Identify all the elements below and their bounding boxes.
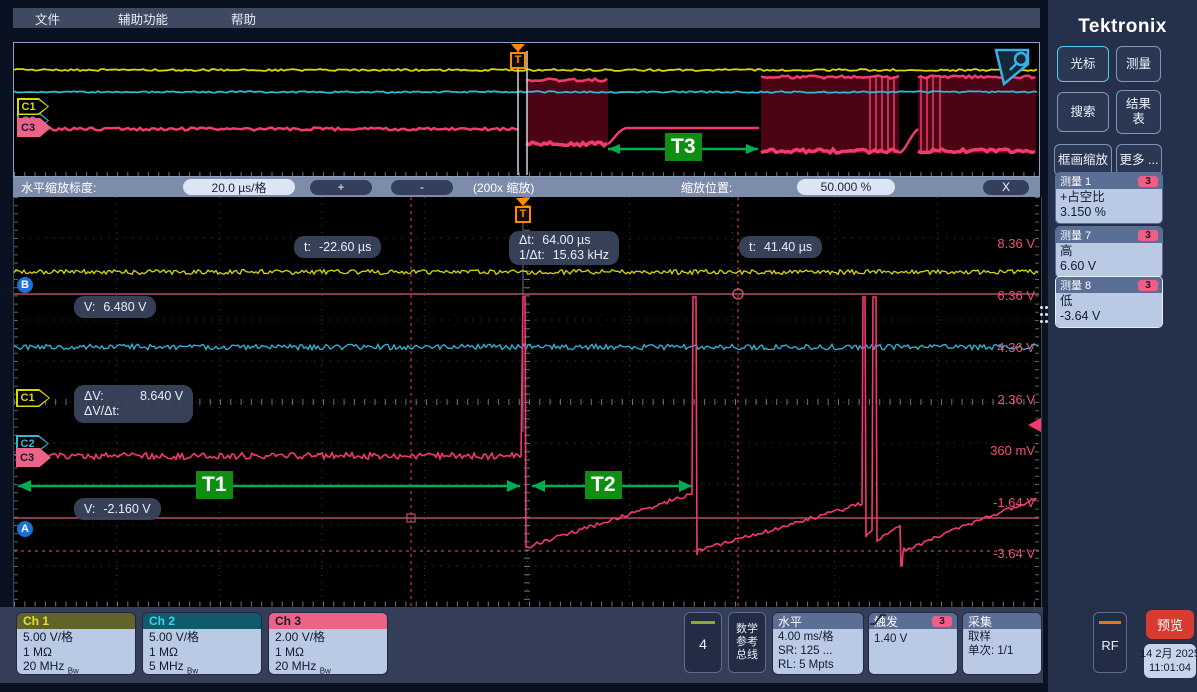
zoom-in-button[interactable]: + [310, 180, 372, 195]
ch4-color-line [691, 621, 715, 624]
delta-v-readout: ΔV: 8.640 V ΔV/Δt: [74, 385, 193, 423]
delta-t-readout: Δt: 64.00 µs 1/Δt: 15.63 kHz [509, 231, 619, 265]
ch2-badge[interactable]: Ch 2 5.00 V/格 1 MΩ 5 MHz Bw [142, 612, 262, 675]
preview-button[interactable]: 预览 [1146, 610, 1194, 639]
math-ref-bus-button[interactable]: 数学 参考 总线 [728, 612, 766, 673]
t3-annotation: T3 [665, 133, 702, 161]
horizontal-zoom-bar: 水平缩放标度: 20.0 µs/格 + - (200x 缩放) 缩放位置: 50… [13, 177, 1040, 197]
zoom-factor-label: (200x 缩放) [473, 179, 534, 196]
main-trigger-marker[interactable]: T [515, 198, 531, 223]
trigger-arrow-icon [511, 44, 525, 52]
main-waveform-panel: T t: -22.60 µs Δt: 64.00 µs 1/Δt: 15.63 … [13, 197, 1042, 607]
measure-button[interactable]: 测量 [1116, 46, 1161, 82]
zoom-scale-label: 水平缩放标度: [21, 179, 96, 196]
ch3-badge[interactable]: Ch 3 2.00 V/格 1 MΩ 20 MHz Bw [268, 612, 388, 675]
source-badge: 3 [1138, 176, 1158, 187]
menu-file[interactable]: 文件 [35, 9, 60, 28]
trigger-source-badge: 3 [932, 616, 952, 627]
axis-label-5: -1.64 V [965, 495, 1035, 510]
panel-drag-handle[interactable] [1040, 306, 1048, 334]
measurement-card-1[interactable]: 测量 1 3 +占空比 3.150 % [1055, 172, 1163, 224]
tektronix-logo: Tektronix [1048, 16, 1197, 38]
zoom-position-label: 缩放位置: [681, 179, 732, 196]
overview-waveform-panel: C2 C1 C3 T T3 [13, 42, 1040, 177]
rf-button[interactable]: RF [1093, 612, 1127, 673]
add-ch4-button[interactable]: 4 [684, 612, 722, 673]
axis-label-4: 360 mV [965, 443, 1035, 458]
trigger-arrow-icon [516, 198, 530, 206]
acquisition-badge[interactable]: 采集 取样 单次: 1/1 [962, 612, 1042, 675]
menu-utility[interactable]: 辅助功能 [118, 9, 168, 28]
cursor-a-time-readout[interactable]: t: -22.60 µs [294, 236, 381, 258]
menu-bar: 文件 辅助功能 帮助 [13, 8, 1040, 28]
trigger-badge[interactable]: 触发 3 1.40 V [868, 612, 958, 675]
cursor-a-voltage-readout[interactable]: V: -2.160 V [74, 498, 161, 520]
axis-label-2: 4.36 V [965, 340, 1035, 355]
axis-label-0: 8.36 V [965, 236, 1035, 251]
right-sidebar: Tektronix 光标 测量 搜索 结果 表 框画缩放 更多 ... 测量 1… [1048, 0, 1197, 692]
overview-trigger-marker[interactable]: T [510, 44, 526, 69]
zoom-scale-value[interactable]: 20.0 µs/格 [183, 179, 295, 195]
search-button[interactable]: 搜索 [1057, 92, 1109, 132]
overview-traces [14, 43, 1039, 176]
t2-annotation: T2 [585, 471, 622, 499]
zoom-magnifier-icon[interactable] [992, 46, 1034, 88]
source-badge: 3 [1138, 230, 1158, 241]
menu-help[interactable]: 帮助 [231, 9, 256, 28]
cursor-a-badge[interactable]: A [17, 521, 33, 537]
axis-label-1: 6.36 V [965, 288, 1035, 303]
datetime-badge: 14 2月 2025 11:01:04 [1144, 644, 1196, 678]
bottom-settings-bar: Ch 1 5.00 V/格 1 MΩ 20 MHz Bw Ch 2 5.00 V… [0, 607, 1043, 683]
axis-label-6: -3.64 V [965, 546, 1035, 561]
zoom-close-button[interactable]: X [983, 180, 1029, 195]
rf-color-line [1099, 621, 1121, 624]
cursors-button[interactable]: 光标 [1057, 46, 1109, 82]
cursor-b-time-readout[interactable]: t: 41.40 µs [739, 236, 822, 258]
axis-label-3: 2.36 V [965, 392, 1035, 407]
measurement-card-8[interactable]: 测量 8 3 低 -3.64 V [1055, 276, 1163, 328]
zoom-position-value[interactable]: 50.000 % [797, 179, 895, 195]
cursor-b-badge[interactable]: B [17, 277, 33, 293]
results-table-button[interactable]: 结果 表 [1116, 90, 1161, 134]
cursor-b-voltage-readout[interactable]: V: 6.480 V [74, 296, 156, 318]
zoom-out-button[interactable]: - [391, 180, 453, 195]
source-badge: 3 [1138, 280, 1158, 291]
trigger-level-arrow-icon[interactable] [1028, 418, 1041, 432]
rising-edge-icon [869, 613, 887, 626]
measurement-card-7[interactable]: 测量 7 3 高 6.60 V [1055, 226, 1163, 278]
ch1-badge[interactable]: Ch 1 5.00 V/格 1 MΩ 20 MHz Bw [16, 612, 136, 675]
horizontal-badge[interactable]: 水平 4.00 ms/格 SR: 125 ... RL: 5 Mpts [772, 612, 864, 675]
t1-annotation: T1 [196, 471, 233, 499]
